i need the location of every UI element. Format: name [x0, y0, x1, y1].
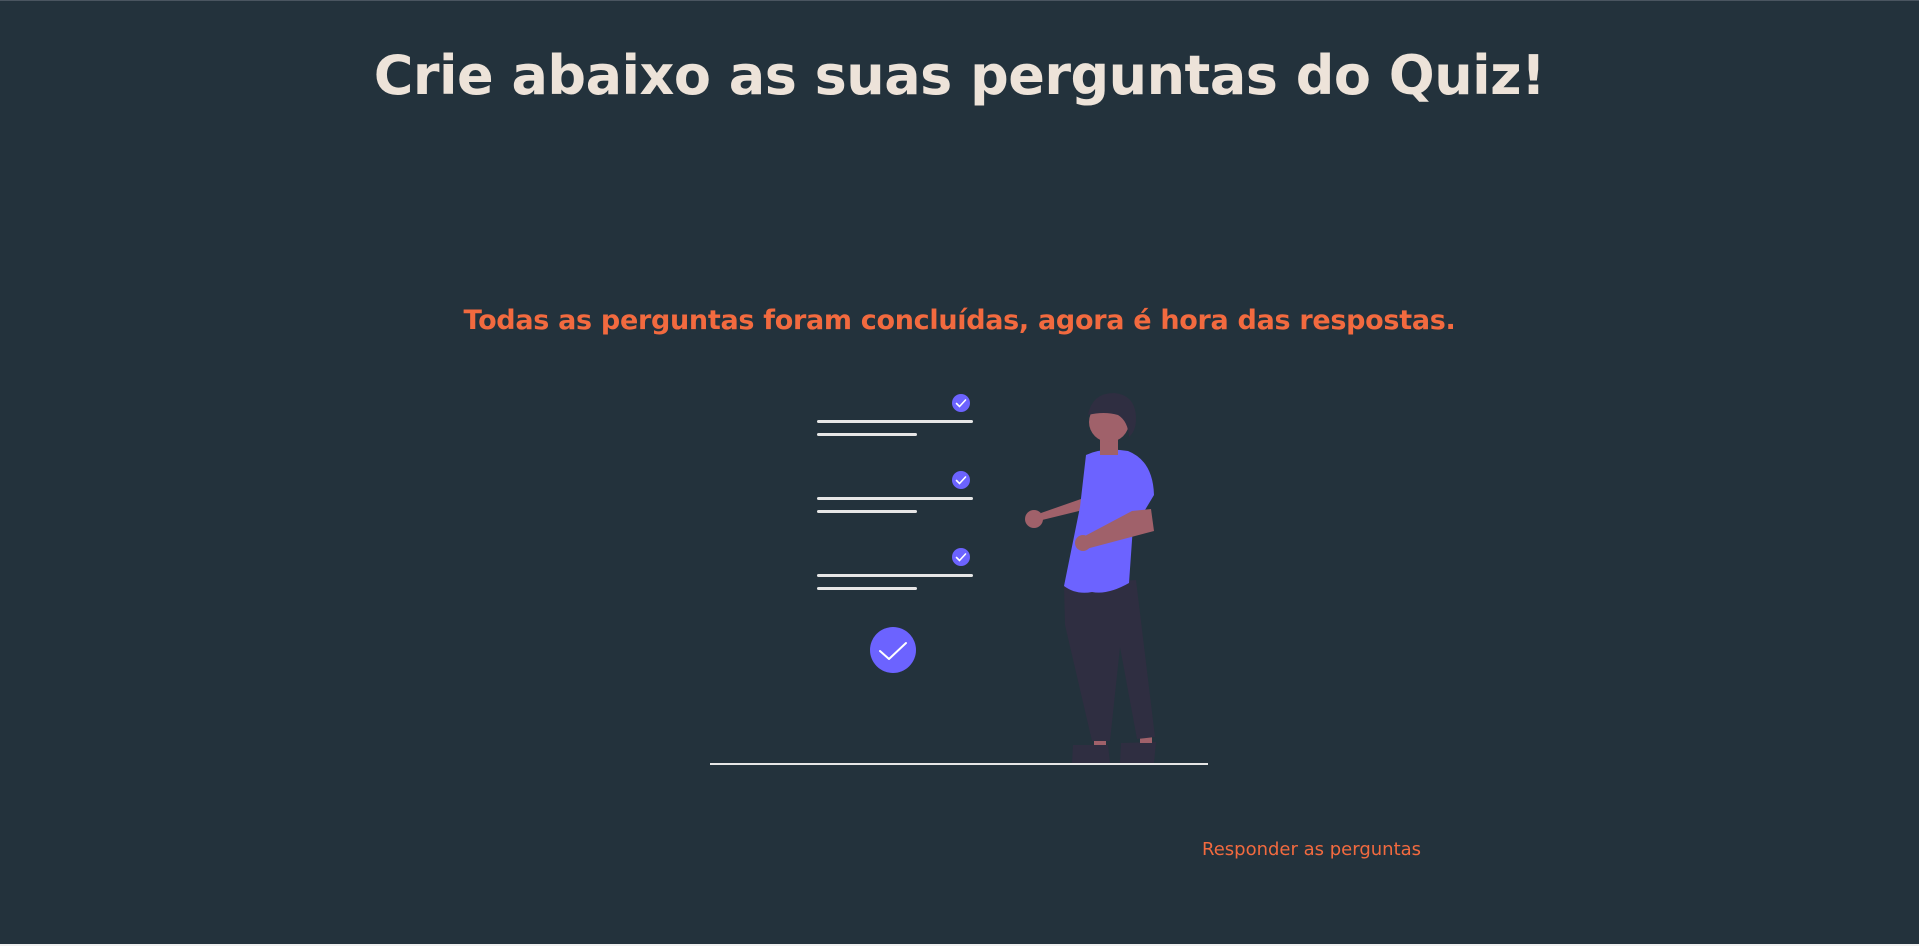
check-icon [952, 394, 970, 412]
completion-message: Todas as perguntas foram concluídas, ago… [463, 305, 1456, 336]
checklist-item-1 [817, 394, 973, 436]
checklist-item-2 [817, 471, 973, 513]
check-circle-icon [870, 627, 916, 673]
person-figure [1025, 393, 1156, 763]
check-icon [952, 471, 970, 489]
check-icon [952, 548, 970, 566]
ground-line [710, 763, 1208, 765]
quiz-complete-illustration [710, 393, 1208, 765]
checklist-item-3 [817, 548, 973, 590]
answer-questions-link[interactable]: Responder as perguntas [1202, 837, 1421, 863]
quiz-page: Crie abaixo as suas perguntas do Quiz! T… [0, 0, 1919, 944]
page-title: Crie abaixo as suas perguntas do Quiz! [373, 44, 1546, 107]
